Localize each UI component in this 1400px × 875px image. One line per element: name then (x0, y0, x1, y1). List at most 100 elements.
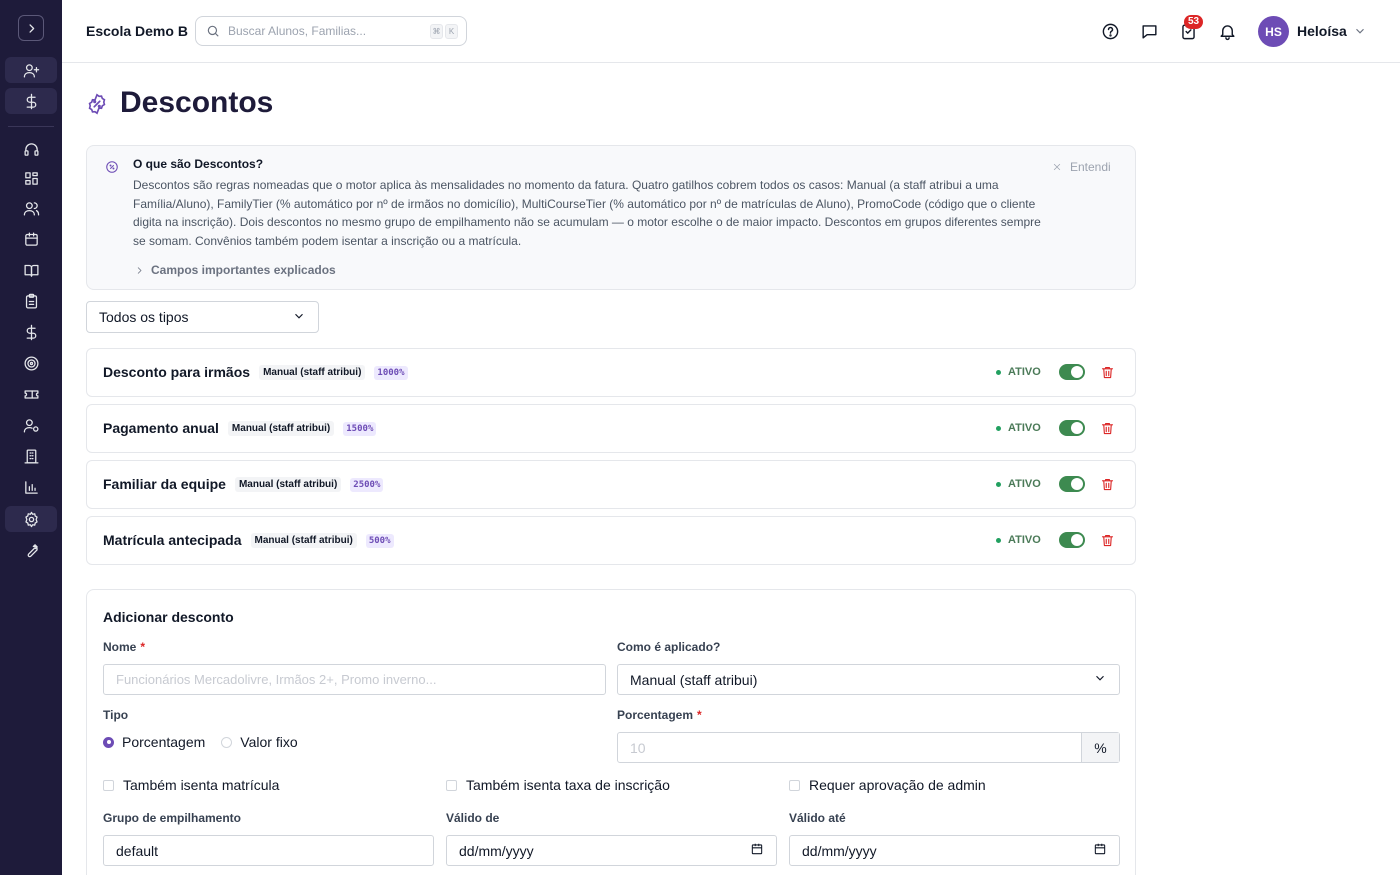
checkbox-label: Requer aprovação de admin (809, 777, 986, 793)
status-badge: ATIVO (996, 478, 1041, 490)
school-name[interactable]: Escola Demo B (86, 23, 188, 39)
user-plus-icon (23, 63, 39, 78)
avatar[interactable]: HS (1258, 16, 1289, 47)
sidebar-item-people[interactable] (5, 195, 57, 221)
expand-fields-label: Campos importantes explicados (151, 263, 336, 277)
users-icon (23, 201, 39, 216)
type-filter-select[interactable]: Todos os tipos (86, 301, 319, 333)
require-admin-approval-checkbox[interactable]: Requer aprovação de admin (789, 777, 986, 793)
checkbox-box[interactable] (789, 779, 800, 791)
sidebar (0, 0, 62, 875)
radio-fixed-value[interactable] (221, 736, 233, 748)
discount-value-tag: 1500% (343, 422, 377, 436)
sidebar-item-school[interactable] (5, 443, 57, 469)
sidebar-item-add-student[interactable] (5, 57, 57, 83)
radio-percentage[interactable] (103, 736, 114, 748)
status-label: ATIVO (1008, 366, 1041, 378)
sidebar-item-finance-quick[interactable] (5, 88, 57, 114)
discount-badge-icon (86, 93, 108, 115)
stack-group-field[interactable]: default (103, 835, 434, 866)
discount-kind-tag: Manual (staff atribui) (259, 365, 366, 380)
help-circle-icon (1102, 23, 1118, 39)
checkbox-box[interactable] (103, 779, 114, 791)
discount-value-tag: 500% (365, 534, 394, 548)
sidebar-item-goals[interactable] (5, 350, 57, 376)
active-toggle[interactable] (1059, 420, 1085, 436)
delete-button[interactable] (1100, 477, 1115, 497)
valid-from-value: dd/mm/yyyy (459, 842, 534, 859)
sidebar-item-tasks[interactable] (5, 288, 57, 314)
ticket-icon (23, 389, 39, 399)
building-icon (23, 448, 39, 464)
percent-suffix: % (1081, 733, 1119, 762)
valid-from-label: Válido de (446, 811, 500, 825)
delete-button[interactable] (1100, 421, 1115, 441)
radio-percentage-label: Porcentagem (122, 734, 206, 750)
percent-placeholder: 10 (630, 739, 646, 756)
valid-to-field[interactable]: dd/mm/yyyy (789, 835, 1120, 866)
clipboard-icon (25, 293, 37, 309)
calendar-icon[interactable] (750, 842, 764, 859)
name-field[interactable]: Funcionários Mercadolivre, Irmãos 2+, Pr… (103, 664, 606, 695)
type-filter-value: Todos os tipos (99, 309, 189, 325)
stack-group-label: Grupo de empilhamento (103, 811, 242, 825)
dollar-icon (26, 93, 36, 109)
grid-icon (24, 171, 38, 185)
close-icon (1053, 163, 1061, 171)
discount-row[interactable]: Pagamento anual Manual (staff atribui) 150… (86, 404, 1136, 453)
sidebar-item-reports[interactable] (5, 474, 57, 500)
expand-fields-toggle[interactable]: Campos importantes explicados (135, 263, 336, 277)
sidebar-item-settings[interactable] (5, 506, 57, 532)
shortcut-key-k: K (445, 23, 458, 39)
discount-row[interactable]: Desconto para irmãos Manual (staff atribu… (86, 348, 1136, 397)
chevron-down-icon (292, 309, 306, 326)
status-dot (996, 537, 1001, 543)
valid-from-field[interactable]: dd/mm/yyyy (446, 835, 777, 866)
form-title: Adicionar desconto (103, 609, 234, 625)
trash-icon (1101, 422, 1114, 435)
applied-value: Manual (staff atribui) (630, 671, 758, 688)
bell-icon (1219, 24, 1235, 40)
search-input[interactable]: Buscar Alunos, Familias... ⌘ K (195, 16, 467, 46)
sidebar-item-courses[interactable] (5, 257, 57, 283)
status-dot (996, 481, 1001, 487)
dismiss-button[interactable]: Entendi (1052, 160, 1111, 174)
user-name[interactable]: Heloísa (1297, 23, 1347, 39)
calendar-icon[interactable] (1093, 842, 1107, 859)
checkbox-label: Também isenta taxa de inscrição (466, 777, 670, 793)
sidebar-item-tickets[interactable] (5, 381, 57, 407)
sidebar-item-dashboard[interactable] (5, 165, 57, 191)
sidebar-expand-button[interactable] (18, 15, 44, 41)
type-radio-group: Porcentagem Valor fixo (103, 734, 298, 750)
discount-kind-tag: Manual (staff atribui) (227, 421, 335, 436)
exempt-enrollment-checkbox[interactable]: Também isenta matrícula (103, 777, 279, 793)
sidebar-item-support[interactable] (5, 136, 57, 162)
chevron-down-icon (1093, 671, 1107, 688)
active-toggle[interactable] (1059, 476, 1085, 492)
active-toggle[interactable] (1059, 364, 1085, 380)
discount-badge-icon (105, 160, 119, 174)
checkbox-box[interactable] (446, 779, 457, 791)
sidebar-item-calendar[interactable] (5, 226, 57, 252)
discount-row[interactable]: Matrícula antecipada Manual (staff atribu… (86, 516, 1136, 565)
status-badge: ATIVO (996, 422, 1041, 434)
sidebar-item-finance[interactable] (5, 319, 57, 345)
sidebar-item-tools[interactable] (5, 537, 57, 563)
toggle-knob (1071, 534, 1083, 546)
user-menu-button[interactable] (1353, 24, 1367, 43)
active-toggle[interactable] (1059, 532, 1085, 548)
exempt-registration-fee-checkbox[interactable]: Também isenta taxa de inscrição (446, 777, 670, 793)
delete-button[interactable] (1100, 365, 1115, 385)
sidebar-item-staff[interactable] (5, 412, 57, 438)
help-button[interactable] (1099, 20, 1121, 42)
percent-label: Porcentagem * (617, 708, 702, 722)
top-bar: Escola Demo B Buscar Alunos, Familias...… (62, 0, 1400, 63)
messages-button[interactable] (1138, 20, 1160, 42)
percent-field[interactable]: 10 % (617, 732, 1120, 763)
discount-row[interactable]: Familiar da equipe Manual (staff atribui)… (86, 460, 1136, 509)
delete-button[interactable] (1100, 533, 1115, 553)
applied-select[interactable]: Manual (staff atribui) (617, 664, 1120, 695)
notifications-button[interactable] (1216, 20, 1238, 42)
trash-icon (1101, 534, 1114, 547)
chevron-right-icon (137, 266, 142, 274)
